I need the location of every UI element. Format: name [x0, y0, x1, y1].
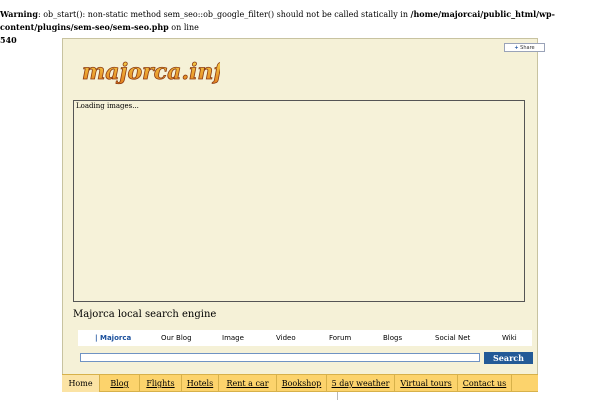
- search-tab-forum[interactable]: Forum: [329, 334, 351, 342]
- nav-weather[interactable]: 5 day weather: [327, 375, 395, 392]
- share-label: Share: [520, 45, 535, 51]
- nav-home[interactable]: Home: [62, 375, 100, 392]
- warning-label: Warning: [0, 9, 38, 19]
- nav-virtual-tours[interactable]: Virtual tours: [395, 375, 458, 392]
- logo-text: majorca.info: [82, 59, 220, 85]
- warning-message: : ob_start(): non-static method sem_seo:…: [37, 10, 411, 19]
- column-divider: [337, 392, 338, 400]
- nav-blog[interactable]: Blog: [100, 375, 140, 392]
- share-button[interactable]: + Share: [504, 43, 545, 52]
- search-engine-title: Majorca local search engine: [73, 309, 217, 320]
- warning-on-line: on line: [168, 23, 199, 32]
- search-tab-video[interactable]: Video: [276, 334, 296, 342]
- image-slideshow: Loading images...: [73, 100, 525, 302]
- search-tabs: | Majorca Our Blog Image Video Forum Blo…: [78, 330, 532, 346]
- nav-hotels[interactable]: Hotels: [182, 375, 219, 392]
- search-tab-blogs[interactable]: Blogs: [383, 334, 402, 342]
- plus-icon: +: [514, 45, 519, 51]
- nav-bookshop[interactable]: Bookshop: [277, 375, 327, 392]
- search-tab-image[interactable]: Image: [222, 334, 244, 342]
- nav-contact-us[interactable]: Contact us: [458, 375, 512, 392]
- search-tab-social-net[interactable]: Social Net: [435, 334, 470, 342]
- nav-flights[interactable]: Flights: [140, 375, 182, 392]
- search-tab-wiki[interactable]: Wiki: [502, 334, 517, 342]
- nav-rent-a-car[interactable]: Rent a car: [219, 375, 277, 392]
- warning-line-number: 540: [0, 35, 17, 45]
- search-input[interactable]: [80, 353, 480, 362]
- site-logo[interactable]: majorca.info: [80, 54, 220, 90]
- content-area: [62, 392, 538, 400]
- search-button[interactable]: Search: [484, 352, 533, 364]
- search-tab-majorca[interactable]: | Majorca: [95, 334, 131, 342]
- search-tab-our-blog[interactable]: Our Blog: [161, 334, 192, 342]
- main-navigation: Home Blog Flights Hotels Rent a car Book…: [62, 374, 538, 392]
- loading-text: Loading images...: [76, 102, 139, 110]
